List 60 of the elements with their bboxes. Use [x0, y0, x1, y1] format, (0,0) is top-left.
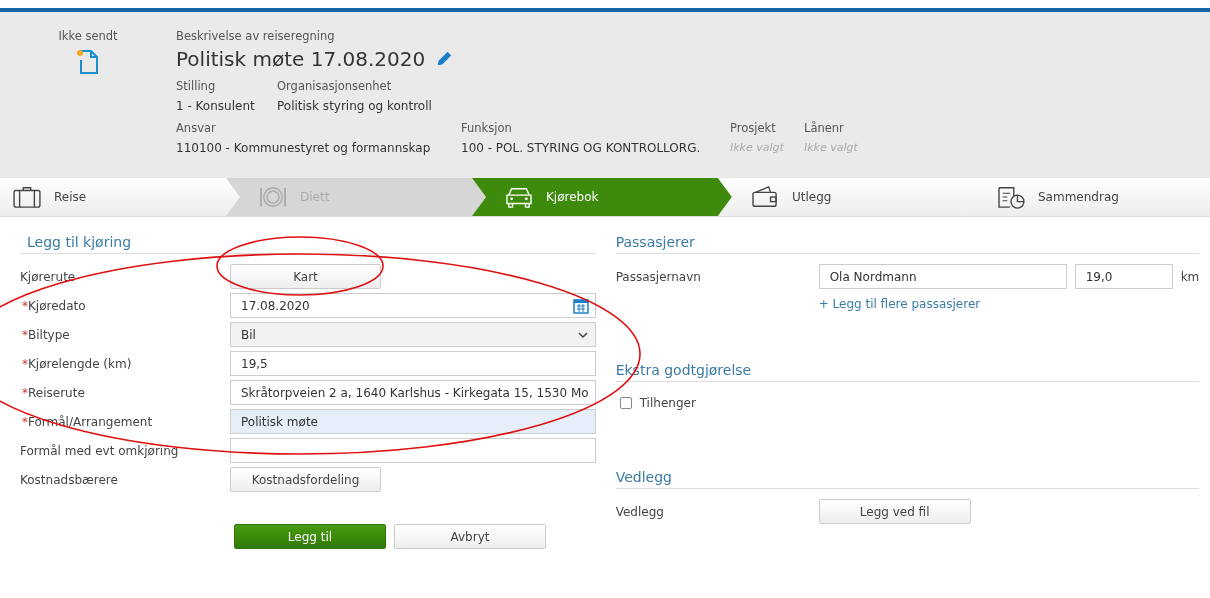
add-button[interactable]: Legg til — [234, 524, 386, 549]
meta-value: 100 - POL. STYRING OG KONTROLLORG. — [461, 141, 702, 155]
date-field[interactable]: 17.08.2020 — [230, 293, 596, 318]
calendar-icon[interactable] — [572, 297, 589, 314]
field-label: Kjørerute — [20, 269, 76, 284]
field-label: Passasjernavn — [615, 269, 702, 284]
input-field[interactable]: 19,0 — [1074, 264, 1173, 289]
new-document-icon — [76, 47, 100, 75]
meta-value: Ikke valgt — [804, 141, 858, 154]
section-heading: Legg til kjøring — [20, 217, 596, 254]
add-passenger-link[interactable]: + Legg til flere passasjerer — [818, 297, 1200, 311]
checkbox-label: Tilhenger — [639, 396, 696, 410]
field-label: Vedlegg — [615, 504, 665, 519]
meta-label: Stilling — [176, 79, 217, 93]
checkbox[interactable] — [619, 397, 632, 409]
input-field[interactable] — [230, 438, 596, 463]
meta-label: Ansvar — [176, 121, 217, 135]
action-button[interactable]: Kostnadsfordeling — [230, 467, 381, 492]
meta-value: Politisk styring og kontroll — [277, 99, 433, 113]
input-field[interactable]: Skråtorpveien 2 a, 1640 Karlshus - Kirkegata 15, 1530 Mo — [230, 380, 596, 405]
cancel-button[interactable]: Avbryt — [394, 524, 546, 549]
step-tab[interactable]: Kjørebok — [472, 178, 732, 216]
meta-value: Ikke valgt — [730, 141, 785, 154]
meta-value: 110100 - Kommunestyret og formannskap — [176, 141, 432, 155]
unit-label: km — [1180, 269, 1200, 284]
clipboard-chart-icon — [996, 185, 1026, 209]
section-heading: Passasjerer — [615, 217, 1200, 254]
step-tab[interactable]: Sammendrag — [964, 178, 1210, 216]
status-label: Ikke sendt — [58, 29, 118, 43]
field-label: Kjørelengde (km) — [28, 356, 132, 371]
required-asterisk: * — [21, 327, 28, 342]
required-asterisk: * — [21, 414, 28, 429]
car-icon — [504, 185, 534, 209]
meta-label: Organisasjonsenhet — [277, 79, 393, 93]
attach-file-button[interactable]: Legg ved fil — [818, 499, 971, 524]
action-button[interactable]: Kart — [230, 264, 381, 289]
input-field[interactable]: Ola Nordmann — [818, 264, 1067, 289]
report-title: Politisk møte 17.08.2020 — [176, 47, 426, 71]
plate-icon — [258, 185, 288, 209]
chevron-down-icon — [576, 330, 589, 339]
suitcase-icon — [12, 185, 42, 209]
description-label: Beskrivelse av reiseregning — [176, 29, 336, 43]
select-field[interactable]: Bil — [230, 322, 596, 347]
required-asterisk: * — [21, 356, 28, 371]
field-label: Biltype — [28, 327, 70, 342]
meta-label: Prosjekt — [730, 121, 777, 135]
field-label: Reiserute — [28, 385, 85, 400]
field-label: Kostnadsbærere — [20, 472, 118, 487]
field-label: Formål med evt omkjøring — [20, 443, 179, 458]
wallet-icon — [750, 185, 780, 209]
meta-value: 1 - Konsulent — [176, 99, 256, 113]
pencil-icon[interactable] — [435, 50, 454, 68]
meta-label: Lånenr — [804, 121, 845, 135]
required-asterisk: * — [21, 385, 28, 400]
required-asterisk: * — [21, 298, 28, 313]
input-field[interactable]: 19,5 — [230, 351, 596, 376]
section-heading: Vedlegg — [615, 452, 1200, 489]
input-field[interactable]: Politisk møte — [230, 409, 596, 434]
field-label: Kjøredato — [28, 298, 86, 313]
meta-label: Funksjon — [461, 121, 513, 135]
